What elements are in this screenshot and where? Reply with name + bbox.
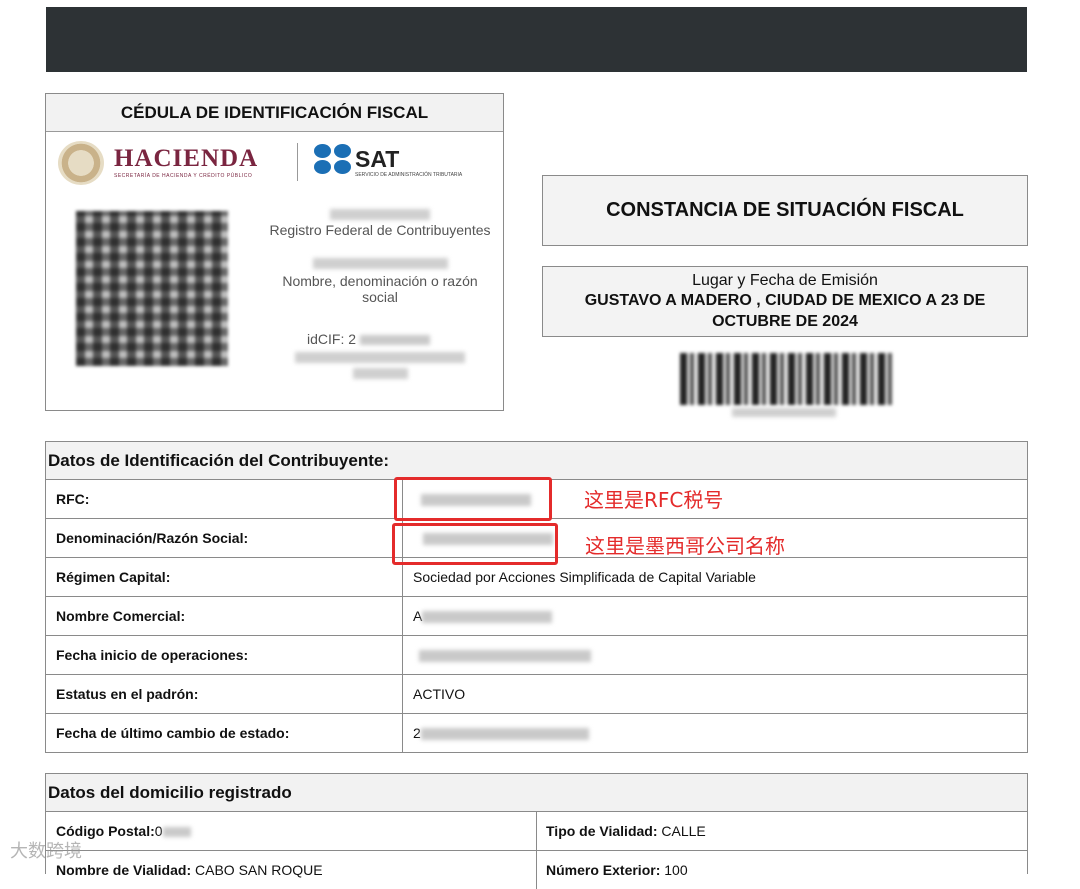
logos: HACIENDA SECRETARÍA DE HACIENDA Y CRÉDIT… bbox=[56, 139, 496, 189]
table-row: Estatus en el padrón: ACTIVO bbox=[46, 675, 1027, 714]
row-value bbox=[413, 636, 591, 674]
sat-subtitle: SERVICIO DE ADMINISTRACIÓN TRIBUTARIA bbox=[355, 172, 463, 178]
tipo-value: CALLE bbox=[661, 823, 706, 839]
cedula-title: CÉDULA DE IDENTIFICACIÓN FISCAL bbox=[46, 94, 503, 132]
sat-logo: SAT bbox=[355, 146, 400, 172]
mexico-seal-icon bbox=[58, 141, 104, 185]
logo-divider bbox=[297, 143, 298, 181]
razon-annotation: 这里是墨西哥公司名称 bbox=[585, 534, 785, 558]
lugar-value: GUSTAVO A MADERO , CIUDAD DE MEXICO A 23… bbox=[584, 292, 986, 330]
nombre-vialidad-value: CABO SAN ROQUE bbox=[195, 862, 323, 878]
nombre-vialidad-label: Nombre de Vialidad: bbox=[56, 862, 192, 878]
constancia-title: CONSTANCIA DE SITUACIÓN FISCAL bbox=[542, 175, 1028, 246]
row-value: ACTIVO bbox=[413, 686, 466, 702]
barcode-text-redacted bbox=[732, 408, 836, 417]
verify-redacted-2 bbox=[352, 368, 408, 379]
domicilio-title: Datos del domicilio registrado bbox=[46, 774, 1027, 812]
name-redacted bbox=[312, 258, 448, 269]
row-label: Denominación/Razón Social: bbox=[46, 519, 403, 557]
row-value: 2 bbox=[413, 714, 589, 752]
table-row: Fecha inicio de operaciones: bbox=[46, 636, 1027, 675]
rfc-caption: Registro Federal de Contribuyentes bbox=[269, 222, 491, 238]
num-label: Número Exterior: bbox=[546, 862, 661, 878]
fecha-cambio-redacted bbox=[420, 728, 589, 741]
domicilio-table: Datos del domicilio registrado Código Po… bbox=[45, 773, 1028, 889]
table-row: Fecha de último cambio de estado: 2 bbox=[46, 714, 1027, 752]
nombre-comercial-initial: A bbox=[413, 608, 423, 624]
verify-redacted bbox=[295, 352, 465, 363]
lugar-fecha-box: Lugar y Fecha de Emisión GUSTAVO A MADER… bbox=[542, 266, 1028, 337]
header-bar bbox=[46, 7, 1027, 72]
fecha-cambio-initial: 2 bbox=[413, 725, 421, 741]
cedula-info: Registro Federal de Contribuyentes Nombr… bbox=[260, 209, 500, 379]
row-label: RFC: bbox=[46, 480, 403, 518]
name-caption: Nombre, denominación o razón social bbox=[282, 273, 478, 305]
lugar-label: Lugar y Fecha de Emisión bbox=[692, 272, 878, 289]
rfc-redacted bbox=[330, 209, 430, 220]
barcode bbox=[680, 353, 892, 405]
watermark: 大数跨境 bbox=[10, 841, 82, 862]
identificacion-title: Datos de Identificación del Contribuyent… bbox=[46, 442, 1027, 480]
tipo-label: Tipo de Vialidad: bbox=[546, 823, 658, 839]
qr-code bbox=[76, 211, 228, 366]
codigo-postal-cell: Código Postal:0 bbox=[46, 812, 537, 850]
cp-value: 0 bbox=[154, 823, 163, 839]
row-label: Fecha de último cambio de estado: bbox=[46, 714, 403, 752]
rfc-highlight-box bbox=[394, 477, 552, 521]
row-label: Régimen Capital: bbox=[46, 558, 403, 596]
sat-logo-icon bbox=[314, 144, 352, 174]
table-row: Código Postal:0 Tipo de Vialidad: CALLE bbox=[46, 812, 1027, 851]
cp-redacted bbox=[162, 827, 191, 838]
cedula-card: CÉDULA DE IDENTIFICACIÓN FISCAL HACIENDA… bbox=[45, 93, 504, 411]
razon-highlight-box bbox=[392, 523, 558, 565]
rfc-annotation: 这里是RFC税号 bbox=[584, 488, 724, 512]
numero-exterior-cell: Número Exterior: 100 bbox=[546, 851, 688, 889]
num-value: 100 bbox=[664, 862, 688, 878]
fecha-inicio-redacted bbox=[419, 650, 591, 663]
nombre-vialidad-cell: Nombre de Vialidad: CABO SAN ROQUE bbox=[46, 851, 537, 889]
nombre-comercial-redacted bbox=[422, 611, 553, 624]
row-value: A bbox=[413, 597, 553, 635]
hacienda-logo: HACIENDA bbox=[114, 145, 259, 172]
row-label: Fecha inicio de operaciones: bbox=[46, 636, 403, 674]
idcif-redacted bbox=[359, 335, 430, 346]
table-row: Nombre de Vialidad: CABO SAN ROQUE Númer… bbox=[46, 851, 1027, 889]
hacienda-subtitle: SECRETARÍA DE HACIENDA Y CRÉDITO PÚBLICO bbox=[114, 173, 253, 179]
table-row: Nombre Comercial: A bbox=[46, 597, 1027, 636]
row-label: Estatus en el padrón: bbox=[46, 675, 403, 713]
row-label: Nombre Comercial: bbox=[46, 597, 403, 635]
tipo-vialidad-cell: Tipo de Vialidad: CALLE bbox=[546, 812, 706, 850]
idcif-label: idCIF: 2 bbox=[307, 331, 357, 347]
